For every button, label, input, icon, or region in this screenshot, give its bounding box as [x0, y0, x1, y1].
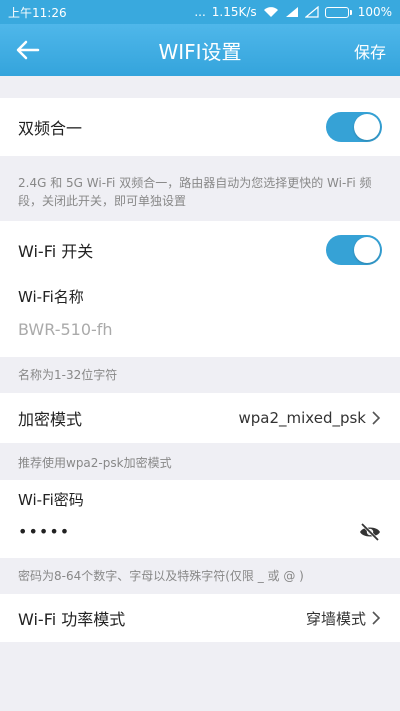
encryption-value: wpa2_mixed_psk [238, 409, 367, 427]
dualband-label: 双频合一 [18, 119, 83, 138]
wifi-name-hint: 名称为1-32位字符 [18, 368, 118, 382]
app-header: WIFI设置 保存 [0, 24, 400, 76]
cell-signal-icon [285, 7, 298, 17]
status-bar: 上午11:26 ... 1.15K/s 100% [0, 0, 400, 24]
encryption-hint: 推荐使用wpa2-psk加密模式 [18, 456, 172, 470]
power-value: 穿墙模式 [305, 609, 366, 628]
chevron-right-icon [372, 611, 381, 625]
password-input[interactable]: ••••• [18, 522, 70, 541]
password-title-row: Wi-Fi密码 [18, 488, 382, 510]
dualband-row: 双频合一 [18, 112, 382, 142]
sim-signal-icon [304, 6, 319, 18]
dualband-section: 双频合一 [0, 98, 400, 156]
back-arrow-icon[interactable] [14, 36, 42, 64]
power-section[interactable]: Wi-Fi 功率模式 穿墙模式 [0, 594, 400, 642]
wifi-switch-row: Wi-Fi 开关 [18, 235, 382, 265]
status-dots: ... [194, 5, 206, 19]
dualband-hint: 2.4G 和 5G Wi-Fi 双频合一，路由器自动为您选择更快的 Wi-Fi … [18, 176, 372, 208]
chevron-right-icon [372, 411, 381, 425]
password-hint: 密码为8-64个数字、字母以及特殊字符(仅限 _ 或 @ ) [18, 569, 304, 583]
wifi-toggle[interactable] [326, 235, 382, 265]
wifi-name-title: Wi-Fi名称 [18, 287, 84, 306]
status-time: 上午11:26 [8, 5, 67, 20]
power-label: Wi-Fi 功率模式 [18, 610, 126, 629]
encryption-label: 加密模式 [18, 410, 83, 429]
wifi-name-field[interactable]: BWR-510-fh [18, 317, 382, 341]
password-section: Wi-Fi密码 ••••• [0, 480, 400, 558]
network-speed: 1.15K/s [211, 5, 257, 19]
save-button[interactable]: 保存 [354, 39, 386, 63]
password-field[interactable]: ••••• [18, 516, 382, 546]
eye-off-icon[interactable] [358, 520, 382, 544]
dualband-toggle[interactable] [326, 112, 382, 142]
wifi-switch-label: Wi-Fi 开关 [18, 242, 94, 261]
encryption-row[interactable]: 加密模式 wpa2_mixed_psk [18, 403, 382, 433]
battery-icon [324, 6, 352, 18]
password-title: Wi-Fi密码 [18, 490, 84, 509]
page-title: WIFI设置 [158, 39, 242, 64]
battery-level: 100% [357, 5, 392, 19]
wifi-name-input[interactable]: BWR-510-fh [18, 320, 113, 339]
wifi-name-title-row: Wi-Fi名称 [18, 285, 382, 307]
wifi-signal-icon [263, 7, 278, 17]
encryption-section[interactable]: 加密模式 wpa2_mixed_psk [0, 393, 400, 443]
power-row[interactable]: Wi-Fi 功率模式 穿墙模式 [18, 603, 382, 633]
wifi-section: Wi-Fi 开关 Wi-Fi名称 BWR-510-fh [0, 221, 400, 357]
